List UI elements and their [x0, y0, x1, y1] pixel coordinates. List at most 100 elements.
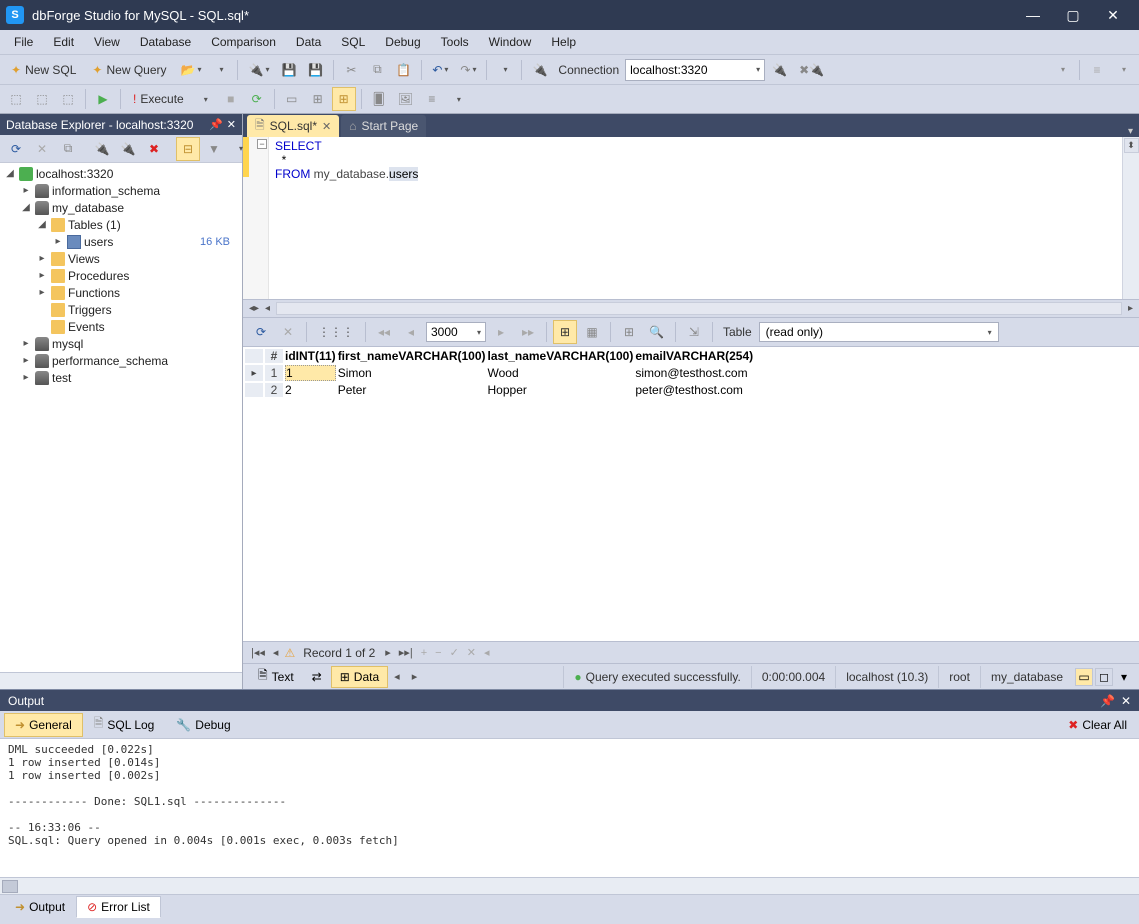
overflow-button[interactable]: ▾ [492, 58, 516, 82]
output-scroll-h[interactable] [0, 877, 1139, 894]
cell[interactable]: Simon [338, 365, 486, 381]
sql-text-button[interactable]: 🗎Text [249, 666, 303, 688]
cell[interactable]: Peter [338, 383, 486, 397]
close-button[interactable]: ✕ [1093, 0, 1133, 30]
execute-opts-button[interactable]: ▾ [193, 87, 217, 111]
tree-folder[interactable]: ▸Functions [0, 284, 242, 301]
connection-action2-button[interactable]: ✖🔌 [794, 58, 829, 82]
nav-last-icon[interactable]: ▸▸| [397, 646, 415, 659]
data-grid[interactable]: # idINT(11) first_nameVARCHAR(100) last_… [243, 347, 1139, 641]
tree-folder[interactable]: Triggers [0, 301, 242, 318]
tab-sql[interactable]: 🗎SQL.sql*✕ [247, 115, 339, 137]
tab-error-list[interactable]: ⊘Error List [76, 896, 161, 918]
debug-step2-button[interactable]: ⬚ [30, 87, 54, 111]
show-all-button[interactable]: ⊟ [176, 137, 200, 161]
menu-window[interactable]: Window [479, 33, 542, 51]
undo-button[interactable]: ↶▾ [427, 58, 453, 82]
view-split-button[interactable]: ⊞ [306, 87, 330, 111]
close-tab-icon[interactable]: ✕ [322, 120, 331, 133]
tree-folder[interactable]: ▸Views [0, 250, 242, 267]
tab-sql-log[interactable]: 🗎SQL Log [83, 713, 166, 737]
nav-delete-icon[interactable]: − [433, 647, 443, 659]
tree-db[interactable]: ▸performance_schema [0, 352, 242, 369]
output-body[interactable]: DML succeeded [0.022s] 1 row inserted [0… [0, 739, 1139, 877]
clear-all-button[interactable]: ✖Clear All [1060, 713, 1135, 737]
conn-green-button[interactable]: 🔌 [90, 137, 114, 161]
toolbar-overflow1[interactable]: ▾ [1050, 58, 1074, 82]
collapse-explorer-button[interactable]: ⧉ [56, 137, 80, 161]
menu-view[interactable]: View [84, 33, 130, 51]
menu-sql[interactable]: SQL [331, 33, 375, 51]
mode-scroll-right-icon[interactable]: ▸ [406, 670, 424, 683]
tree-folder-tables[interactable]: ◢Tables (1) [0, 216, 242, 233]
fold-icon[interactable]: − [257, 139, 267, 149]
tool-c-button[interactable]: ≡ [420, 87, 444, 111]
nav-end-icon[interactable]: ◂ [482, 646, 492, 659]
explorer-tree[interactable]: ◢localhost:3320 ▸information_schema ◢my_… [0, 163, 242, 672]
pivot-button[interactable]: ⊞ [617, 320, 641, 344]
tree-root[interactable]: ◢localhost:3320 [0, 165, 242, 182]
page-size-field[interactable]: 3000▾ [426, 322, 486, 342]
debug-step1-button[interactable]: ⬚ [4, 87, 28, 111]
search-grid-button[interactable]: 🔍 [644, 320, 669, 344]
tool-a-button[interactable]: 🂠 [367, 87, 391, 111]
tabs-menu-icon[interactable]: ▾ [1122, 126, 1139, 137]
cell[interactable]: Wood [488, 365, 634, 381]
editor-scroll-v[interactable]: ⬍ [1122, 137, 1139, 299]
connection-combo[interactable]: localhost:3320▾ [625, 59, 765, 81]
conn-red-button[interactable]: ✖ [142, 137, 166, 161]
tab-output-bottom[interactable]: ➜Output [4, 896, 76, 918]
tree-db[interactable]: ▸information_schema [0, 182, 242, 199]
new-query-button[interactable]: ✦New Query [85, 58, 173, 82]
view-grid-button[interactable]: ⊞ [332, 87, 356, 111]
swap-mode-button[interactable]: ⇄ [303, 666, 331, 688]
menu-debug[interactable]: Debug [375, 33, 430, 51]
refresh-explorer-button[interactable]: ⟳ [4, 137, 28, 161]
paste-button[interactable]: 📋 [391, 58, 416, 82]
tab-start-page[interactable]: ⌂Start Page [341, 115, 426, 137]
menu-comparison[interactable]: Comparison [201, 33, 286, 51]
nav-revert-icon[interactable]: ✕ [465, 646, 478, 659]
nav-first-icon[interactable]: |◂◂ [249, 646, 267, 659]
tree-db[interactable]: ◢my_database [0, 199, 242, 216]
filter-button[interactable]: ▼ [202, 137, 226, 161]
menu-edit[interactable]: Edit [43, 33, 84, 51]
close-output-icon[interactable]: ✕ [1121, 694, 1131, 708]
editor-nav-left-icon[interactable]: ◂▸ [249, 303, 259, 314]
refresh2-button[interactable]: ⟳ [245, 87, 269, 111]
col-header-firstname[interactable]: first_nameVARCHAR(100) [338, 349, 486, 363]
toolbar-overflow2[interactable]: ▾ [1111, 58, 1135, 82]
tool-b-button[interactable]: 🖼 [393, 87, 418, 111]
connection-icon[interactable]: 🔌 [527, 58, 552, 82]
sql-text[interactable]: SELECT * FROM my_database.users [269, 137, 1122, 299]
execute-button[interactable]: !Execute [126, 87, 191, 111]
menu-database[interactable]: Database [130, 33, 201, 51]
grid-cols-button[interactable]: ⋮⋮⋮ [313, 320, 359, 344]
conn-grey-button[interactable]: 🔌 [116, 137, 140, 161]
menu-file[interactable]: File [4, 33, 43, 51]
editor-scroll-left-icon[interactable]: ◂ [265, 303, 270, 314]
save-button[interactable]: 💾 [276, 58, 301, 82]
explorer-scroll-h[interactable] [0, 672, 242, 689]
minimize-button[interactable]: — [1013, 0, 1053, 30]
grid-prev-button[interactable]: ◂ [399, 320, 423, 344]
run-button[interactable]: ▶ [91, 87, 115, 111]
cell[interactable]: Hopper [488, 383, 634, 397]
pin-icon[interactable]: 📌 [209, 118, 223, 131]
toolbar-indent-button[interactable]: ≡ [1085, 58, 1109, 82]
nav-commit-icon[interactable]: ✓ [448, 646, 461, 659]
grid-refresh-button[interactable]: ⟳ [249, 320, 273, 344]
mode-scroll-left-icon[interactable]: ◂ [388, 670, 406, 683]
open-button[interactable]: 📂▾ [176, 58, 207, 82]
edit-mode-combo[interactable]: (read only)▾ [759, 322, 999, 342]
stop-button[interactable]: ■ [219, 87, 243, 111]
connection-action1-button[interactable]: 🔌 [767, 58, 792, 82]
sql-editor[interactable]: − SELECT * FROM my_database.users ⬍ [243, 137, 1139, 299]
grid-last-button[interactable]: ▸▸ [516, 320, 540, 344]
grid-next-button[interactable]: ▸ [489, 320, 513, 344]
data-mode-button[interactable]: ⊞Data [331, 666, 388, 688]
tree-folder[interactable]: Events [0, 318, 242, 335]
table-row[interactable]: 2 2 Peter Hopper peter@testhost.com [245, 383, 753, 397]
redo-button[interactable]: ↷▾ [455, 58, 481, 82]
save-all-button[interactable]: 💾 [303, 58, 328, 82]
